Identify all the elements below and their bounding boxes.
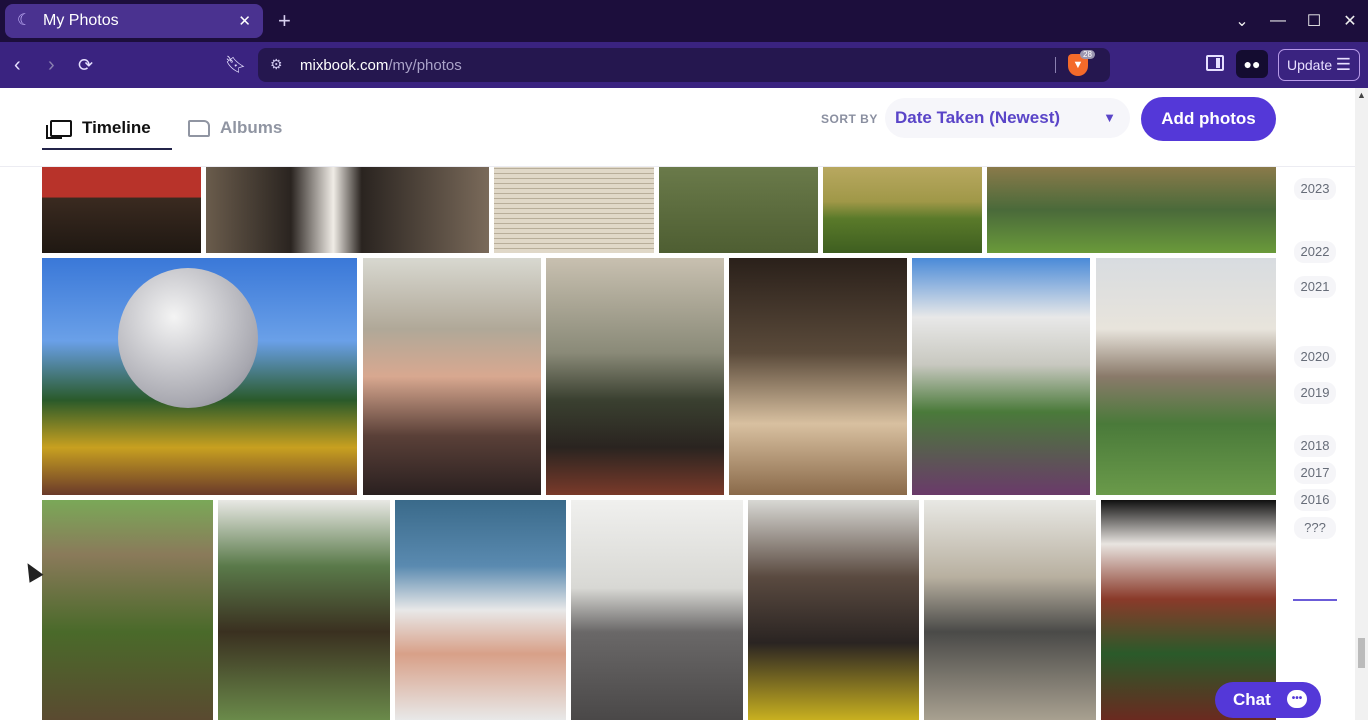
folder-icon	[188, 119, 210, 137]
photo-river[interactable]	[659, 167, 818, 253]
sidebar-toggle-icon[interactable]	[1206, 55, 1224, 71]
back-icon[interactable]: ‹	[14, 53, 21, 77]
minimize-icon[interactable]: —	[1260, 12, 1296, 30]
brave-blocked-count: 28	[1080, 50, 1095, 59]
private-window-icon[interactable]: ●●	[1236, 50, 1268, 78]
year-2018[interactable]: 2018	[1294, 435, 1336, 457]
photo-red-cloth[interactable]	[42, 167, 201, 253]
timeline-icon	[46, 119, 72, 139]
year-2016[interactable]: 2016	[1294, 489, 1336, 511]
year-2021[interactable]: 2021	[1294, 276, 1336, 298]
close-tab-icon[interactable]: ✕	[238, 12, 251, 30]
menu-icon: ☰	[1335, 55, 1351, 74]
scroll-position-indicator	[1293, 599, 1337, 601]
scrollbar[interactable]: ▲	[1355, 88, 1368, 720]
address-bar[interactable]: ⚙ mixbook.com/my/photos ▼ 28	[258, 48, 1110, 82]
page: ☾ My Photos ✕ + ⌄ — ☐ ✕ ‹ › ⟳ 🔖︎ ⚙ mixbo…	[0, 0, 1368, 720]
close-window-icon[interactable]: ✕	[1332, 11, 1368, 31]
year-2020[interactable]: 2020	[1294, 346, 1336, 368]
bookmark-icon[interactable]: 🔖︎	[225, 53, 247, 77]
reload-icon[interactable]: ⟳	[78, 53, 93, 77]
maximize-icon[interactable]: ☐	[1296, 11, 1332, 31]
tab-albums[interactable]: Albums	[188, 108, 282, 148]
year-2019[interactable]: 2019	[1294, 382, 1336, 404]
photo-epcot[interactable]	[42, 258, 357, 495]
photo-newspaper[interactable]	[494, 167, 654, 253]
add-photos-button[interactable]: Add photos	[1141, 97, 1276, 141]
new-tab-button[interactable]: +	[278, 8, 291, 34]
chat-button[interactable]: Chat •••	[1215, 682, 1321, 718]
photo-pool-boy[interactable]	[395, 500, 566, 720]
year-2023[interactable]: 2023	[1294, 178, 1336, 200]
mixbook-favicon-icon: ☾	[17, 12, 32, 29]
photos-header: Timeline Albums SORT BY Date Taken (Newe…	[0, 88, 1355, 167]
chat-label: Chat	[1233, 690, 1271, 709]
browser-tab-strip: ☾ My Photos ✕ + ⌄ — ☐ ✕	[0, 0, 1368, 42]
photo-boy-corn[interactable]	[42, 500, 213, 720]
tab-timeline-label: Timeline	[82, 118, 151, 137]
epcot-sphere	[118, 268, 258, 408]
tab-timeline[interactable]: Timeline	[46, 108, 151, 148]
photo-grass-bank[interactable]	[823, 167, 982, 253]
photo-kids-group[interactable]	[987, 167, 1276, 253]
update-label: Update	[1287, 57, 1333, 73]
browser-toolbar: ‹ › ⟳ 🔖︎ ⚙ mixbook.com/my/photos ▼ 28 ●●…	[0, 42, 1368, 88]
url-path: /my/photos	[388, 57, 462, 74]
tab-albums-label: Albums	[220, 118, 283, 137]
photo-elephant-family[interactable]	[748, 500, 919, 720]
photo-elephant-barn[interactable]	[571, 500, 743, 720]
photo-restaurant-couple[interactable]	[729, 258, 907, 495]
browser-tab[interactable]: ☾ My Photos ✕	[5, 4, 263, 38]
url-domain: mixbook.com	[300, 57, 389, 74]
forward-icon[interactable]: ›	[48, 53, 55, 77]
chat-bubble-icon: •••	[1287, 690, 1307, 708]
photo-living-room[interactable]	[546, 258, 724, 495]
photo-giraffe-family[interactable]	[924, 500, 1096, 720]
photo-house-garden[interactable]	[912, 258, 1090, 495]
window-controls: ⌄ — ☐ ✕	[1224, 0, 1368, 42]
update-button[interactable]: Update ☰	[1278, 49, 1360, 81]
mouse-cursor-icon	[20, 559, 44, 583]
url-divider	[1055, 57, 1056, 73]
sort-select[interactable]: Date Taken (Newest) ▼	[885, 98, 1130, 138]
sort-by-label: SORT BY	[821, 112, 878, 126]
tab-list-chevron-icon[interactable]: ⌄	[1224, 11, 1260, 31]
url-text[interactable]: mixbook.com/my/photos	[300, 57, 462, 74]
sort-value: Date Taken (Newest)	[895, 108, 1061, 127]
site-settings-icon[interactable]: ⚙	[270, 56, 283, 73]
active-tab-underline	[42, 148, 172, 150]
scroll-up-icon[interactable]: ▲	[1357, 90, 1366, 100]
scrollbar-thumb[interactable]	[1358, 638, 1365, 668]
photo-gardening[interactable]	[218, 500, 390, 720]
year-2017[interactable]: 2017	[1294, 462, 1336, 484]
photo-porch-house[interactable]	[1096, 258, 1276, 495]
photo-wedding[interactable]	[206, 167, 489, 253]
chevron-down-icon: ▼	[1103, 110, 1116, 125]
year-unknown[interactable]: ???	[1294, 517, 1336, 539]
tab-title: My Photos	[43, 12, 119, 29]
photo-selfie-couple[interactable]	[363, 258, 541, 495]
year-2022[interactable]: 2022	[1294, 241, 1336, 263]
